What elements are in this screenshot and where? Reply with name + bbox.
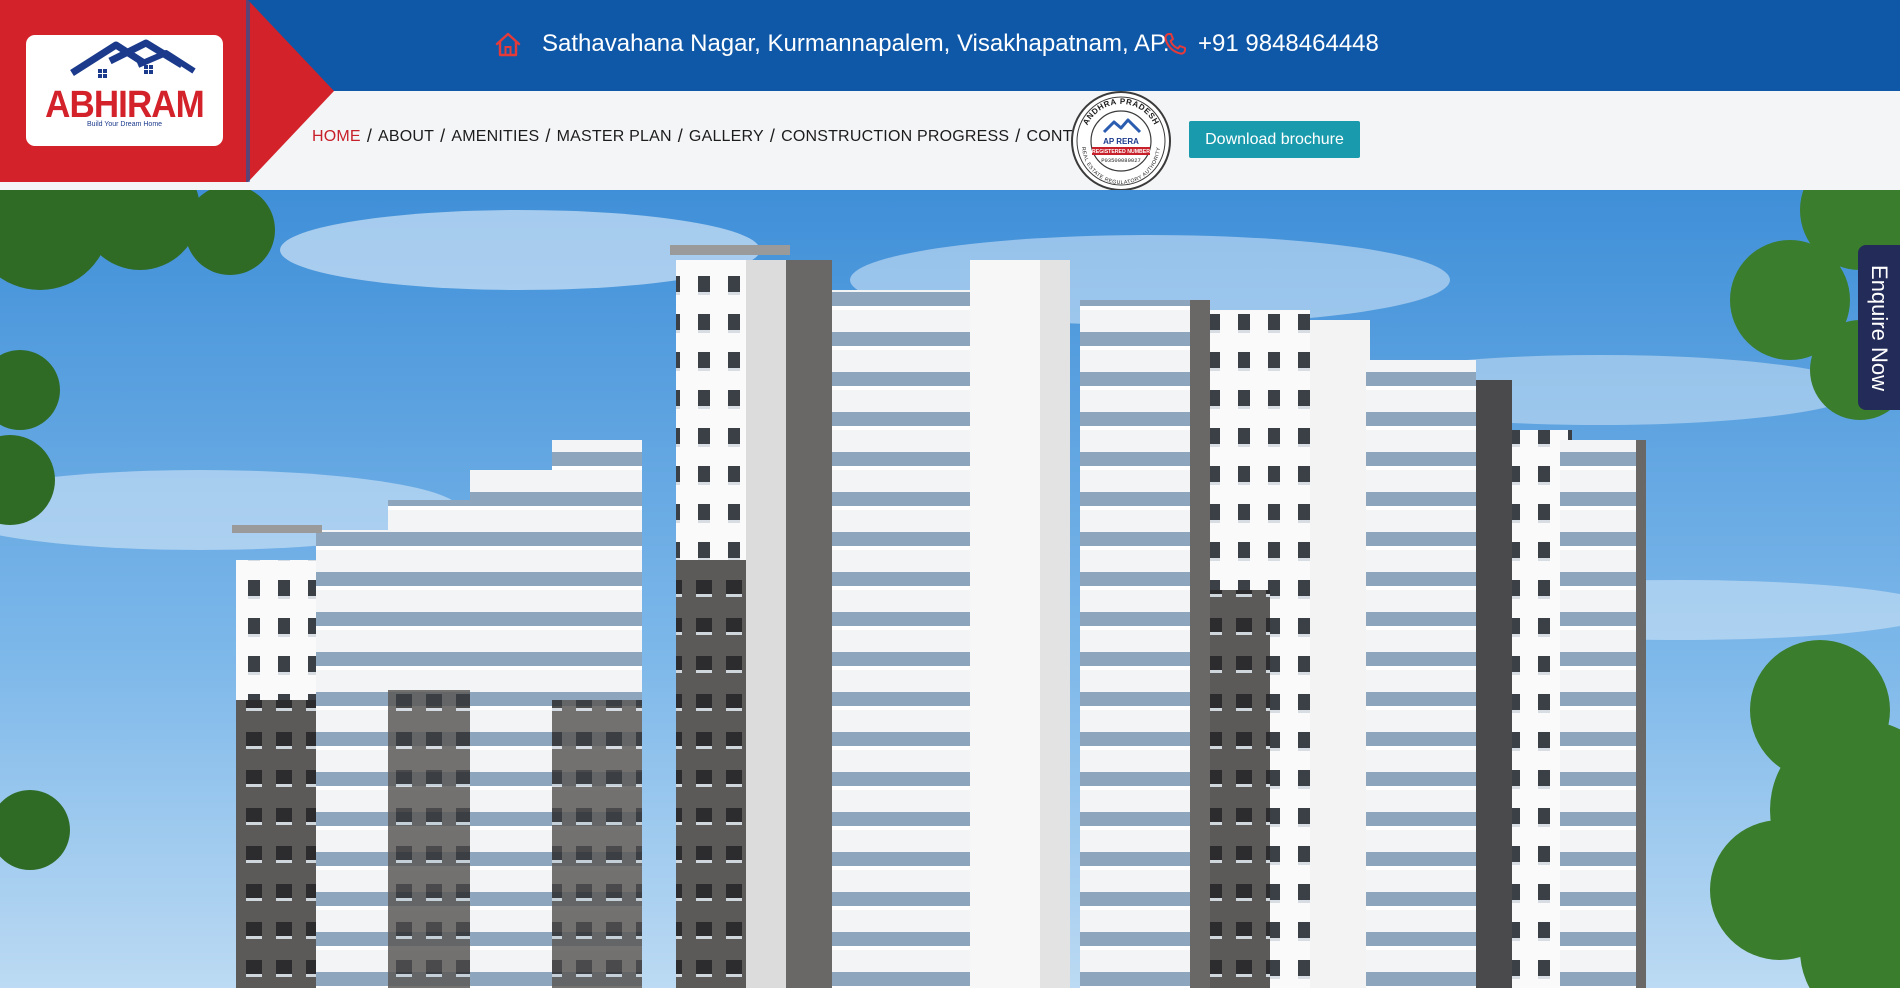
logo-tagline: Build Your Dream Home (86, 121, 163, 128)
nav-separator: / (1015, 126, 1021, 146)
logo[interactable]: ABHIRAM Build Your Dream Home (26, 35, 223, 146)
rera-title: AP RERA (1103, 137, 1139, 146)
phone-icon (1164, 32, 1186, 55)
nav-separator: / (677, 126, 683, 146)
nav-separator: / (769, 126, 776, 146)
home-icon (495, 32, 521, 56)
address-info: Sathavahana Nagar, Kurmannapalem, Visakh… (494, 0, 1170, 87)
download-brochure-button[interactable]: Download brochure (1189, 121, 1360, 158)
nav-item-gallery[interactable]: GALLERY (689, 128, 764, 146)
nav-item-master-plan[interactable]: MASTER PLAN (557, 128, 672, 146)
logo-block: ABHIRAM Build Your Dream Home (0, 0, 340, 190)
nav-separator: / (545, 126, 551, 146)
phone-info[interactable]: +91 9848464448 (1162, 0, 1379, 87)
rera-badge: REGISTERED NUMBER (1092, 149, 1150, 155)
nav-separator: / (366, 126, 373, 146)
address-text: Sathavahana Nagar, Kurmannapalem, Visakh… (542, 29, 1170, 57)
hero-building-image (0, 190, 1900, 988)
nav-item-about[interactable]: ABOUT (378, 128, 434, 146)
main-nav: HOME / ABOUT / AMENITIES / MASTER PLAN /… (312, 91, 1121, 182)
hero-banner (0, 190, 1900, 988)
nav-separator: / (440, 126, 446, 146)
enquire-now-tab[interactable]: Enquire Now (1858, 245, 1900, 410)
nav-item-construction-progress[interactable]: CONSTRUCTION PROGRESS (781, 128, 1009, 146)
enquire-now-label: Enquire Now (1867, 264, 1892, 391)
phone-number[interactable]: +91 9848464448 (1198, 30, 1379, 58)
nav-item-amenities[interactable]: AMENITIES (451, 128, 539, 146)
rera-number: P03500080027 (1101, 157, 1141, 164)
ap-rera-seal: ANDHRA PRADESH REAL ESTATE REGULATORY AU… (1071, 91, 1171, 191)
